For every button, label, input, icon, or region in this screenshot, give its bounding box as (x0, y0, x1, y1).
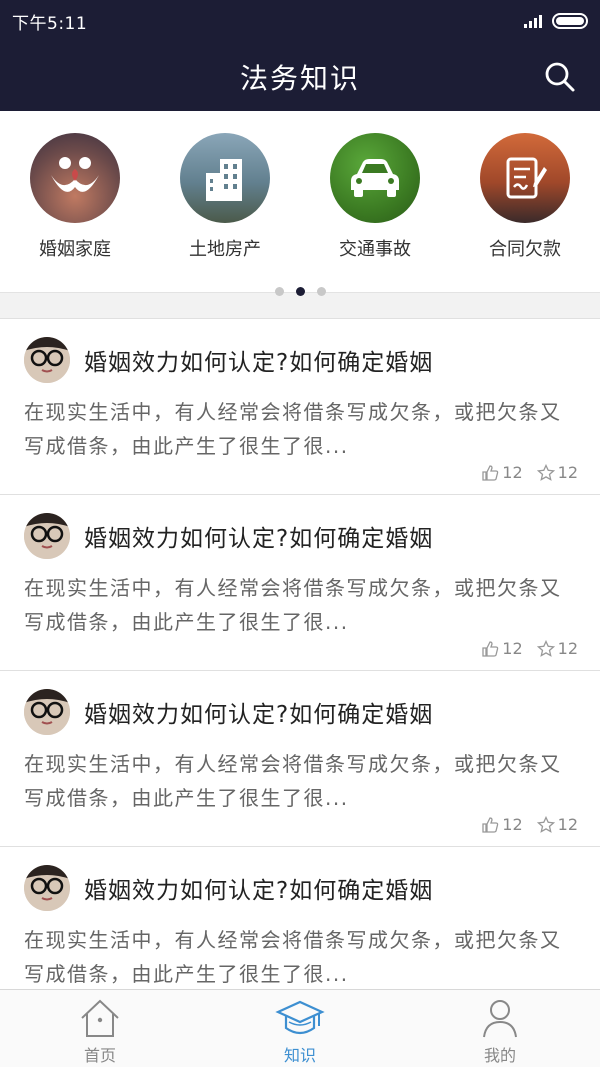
category-carousel: 婚姻家庭 土地房产 交通事故 合同欠款 (0, 111, 600, 296)
search-button[interactable] (542, 59, 578, 95)
category-label: 婚姻家庭 (39, 239, 111, 260)
favorite-button[interactable]: 12 (536, 463, 578, 482)
star-icon (536, 463, 555, 481)
thumbs-up-icon (482, 816, 499, 833)
page-title: 法务知识 (239, 61, 360, 95)
favorite-count: 12 (557, 815, 578, 834)
article-excerpt: 在现实生活中，有人经常会将借条写成欠条，或把欠条又写成借条，由此产生了很生了很.… (24, 400, 562, 458)
category-marriage[interactable]: 婚姻家庭 (10, 133, 140, 261)
tab-profile[interactable]: 我的 (400, 990, 600, 1067)
article-excerpt: 在现实生活中，有人经常会将借条写成欠条，或把欠条又写成借条，由此产生了很生了很.… (24, 928, 562, 986)
article-excerpt: 在现实生活中，有人经常会将借条写成欠条，或把欠条又写成借条，由此产生了很生了很.… (24, 576, 562, 634)
search-icon (545, 62, 575, 91)
article-title: 婚姻效力如何认定?如何确定婚姻 (84, 350, 434, 376)
article-meta: 12 12 (481, 639, 578, 658)
category-property[interactable]: 土地房产 (160, 133, 290, 261)
status-icons (524, 13, 588, 29)
thumbs-up-icon (482, 464, 499, 481)
contract-icon (480, 133, 570, 223)
carousel-dot-active[interactable] (295, 287, 305, 296)
category-label: 合同欠款 (489, 239, 561, 260)
category-contract[interactable]: 合同欠款 (460, 133, 590, 261)
status-bar: 下午5:11 (0, 0, 600, 42)
article-excerpt: 在现实生活中，有人经常会将借条写成欠条，或把欠条又写成借条，由此产生了很生了很.… (24, 752, 562, 810)
signal-icon (524, 14, 542, 28)
article-title: 婚姻效力如何认定?如何确定婚姻 (84, 526, 434, 552)
status-time: 下午5:11 (12, 13, 88, 34)
home-icon (81, 999, 119, 1037)
category-traffic[interactable]: 交通事故 (310, 133, 440, 261)
building-icon (180, 133, 270, 223)
user-icon (483, 1000, 517, 1038)
avatar (24, 513, 70, 559)
tab-label: 我的 (483, 1046, 516, 1065)
avatar (24, 689, 70, 735)
star-icon (536, 815, 555, 833)
tab-label: 首页 (83, 1046, 116, 1065)
carousel-dot[interactable] (316, 287, 326, 296)
car-icon (330, 133, 420, 223)
article-card[interactable]: 婚姻效力如何认定?如何确定婚姻 在现实生活中，有人经常会将借条写成欠条，或把欠条… (0, 318, 600, 494)
battery-icon (552, 13, 588, 29)
like-button[interactable]: 12 (481, 639, 523, 658)
article-card[interactable]: 婚姻效力如何认定?如何确定婚姻 在现实生活中，有人经常会将借条写成欠条，或把欠条… (0, 846, 600, 989)
thumbs-up-icon (482, 640, 499, 657)
like-count: 12 (502, 463, 523, 482)
category-label: 土地房产 (189, 239, 261, 260)
article-card[interactable]: 婚姻效力如何认定?如何确定婚姻 在现实生活中，有人经常会将借条写成欠条，或把欠条… (0, 670, 600, 846)
carousel-indicator (0, 287, 600, 296)
avatar (24, 337, 70, 383)
star-icon (536, 639, 555, 657)
favorite-count: 12 (557, 639, 578, 658)
category-label: 交通事故 (339, 239, 411, 260)
tab-label: 知识 (283, 1046, 316, 1065)
article-title: 婚姻效力如何认定?如何确定婚姻 (84, 878, 434, 904)
avatar (24, 865, 70, 911)
like-button[interactable]: 12 (481, 463, 523, 482)
like-button[interactable]: 12 (481, 815, 523, 834)
title-bar: 法务知识 (0, 42, 600, 111)
bottom-tab-bar: 首页 知识 我的 (0, 989, 600, 1067)
graduation-cap-icon (275, 1000, 325, 1035)
tab-home[interactable]: 首页 (0, 990, 200, 1067)
carousel-dot[interactable] (274, 287, 284, 296)
article-card[interactable]: 婚姻效力如何认定?如何确定婚姻 在现实生活中，有人经常会将借条写成欠条，或把欠条… (0, 494, 600, 670)
like-count: 12 (502, 639, 523, 658)
article-title: 婚姻效力如何认定?如何确定婚姻 (84, 702, 434, 728)
article-meta: 12 12 (481, 815, 578, 834)
tab-knowledge[interactable]: 知识 (200, 990, 400, 1067)
article-meta: 12 12 (481, 463, 578, 482)
favorite-button[interactable]: 12 (536, 639, 578, 658)
like-count: 12 (502, 815, 523, 834)
article-list: 婚姻效力如何认定?如何确定婚姻 在现实生活中，有人经常会将借条写成欠条，或把欠条… (0, 318, 600, 989)
app-header: 下午5:11 法务知识 (0, 0, 600, 111)
favorite-button[interactable]: 12 (536, 815, 578, 834)
marriage-icon (30, 133, 120, 223)
favorite-count: 12 (557, 463, 578, 482)
